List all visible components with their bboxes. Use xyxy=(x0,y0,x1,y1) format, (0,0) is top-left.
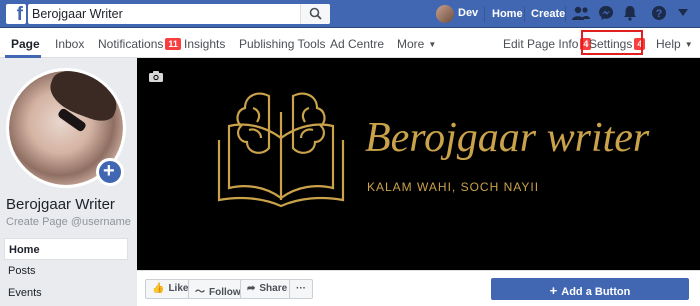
left-menu-events[interactable]: Events xyxy=(4,282,128,304)
cover-title: Berojgaar writer xyxy=(365,115,650,161)
avatar xyxy=(436,5,454,23)
tab-edit-page-info[interactable]: Edit Page Info 4 xyxy=(503,37,592,51)
follow-label: Follow xyxy=(209,287,241,298)
share-label: Share xyxy=(259,283,288,294)
search-input[interactable] xyxy=(28,4,298,24)
tab-label: Notifications xyxy=(98,37,164,51)
search-button[interactable] xyxy=(300,4,330,24)
tab-notifications[interactable]: Notifications 11 xyxy=(98,37,181,51)
brain-book-logo-icon xyxy=(217,92,345,208)
plus-icon: + xyxy=(549,283,558,298)
search-box xyxy=(28,4,330,24)
notifications-badge: 11 xyxy=(165,38,181,50)
search-icon xyxy=(309,7,322,20)
share-arrow-icon: ➦ xyxy=(247,283,256,294)
divider xyxy=(524,6,525,22)
thumbs-up-icon: 👍 xyxy=(152,283,165,294)
cover-subtitle: KALAM WAHI, SOCH NAYII xyxy=(367,180,540,194)
add-button-label: Add a Button xyxy=(561,286,631,298)
share-button[interactable]: ➦ Share xyxy=(240,279,295,299)
tab-label: Insights xyxy=(184,37,226,51)
account-menu-arrow-icon[interactable] xyxy=(678,9,688,17)
create-username-link[interactable]: Create Page @username xyxy=(6,216,131,228)
tab-label: Edit Page Info xyxy=(503,37,579,51)
more-options-button[interactable]: ··· xyxy=(289,279,313,299)
divider xyxy=(484,6,485,22)
help-icon[interactable]: ? xyxy=(651,5,667,21)
tab-insights[interactable]: Insights xyxy=(184,37,225,51)
left-column: + Berojgaar Writer Create Page @username… xyxy=(0,58,136,306)
like-label: Like xyxy=(168,283,189,294)
caret-down-icon: ▼ xyxy=(428,40,437,49)
update-photo-button[interactable]: + xyxy=(96,158,124,186)
notifications-bell-icon[interactable] xyxy=(623,5,637,21)
tab-label: Inbox xyxy=(55,37,85,51)
home-link[interactable]: Home xyxy=(492,8,523,20)
tab-inbox[interactable]: Inbox xyxy=(55,37,84,51)
top-bar: f Dev Home Create ? xyxy=(0,0,700,28)
messenger-icon[interactable] xyxy=(598,5,614,21)
tab-label: Page xyxy=(11,37,40,51)
tab-page[interactable]: Page xyxy=(11,37,40,51)
camera-icon[interactable] xyxy=(149,71,163,82)
tab-label: More xyxy=(397,37,425,51)
divider xyxy=(565,6,566,22)
svg-text:?: ? xyxy=(656,8,663,20)
tab-more[interactable]: More ▼ xyxy=(397,37,436,51)
tab-label: Ad Centre xyxy=(330,37,385,51)
create-link[interactable]: Create xyxy=(531,8,565,20)
action-bar: 👍 Like 〜 Follow ➦ Share ··· + Add a Button xyxy=(137,270,700,306)
more-label: ··· xyxy=(296,283,306,294)
tab-label: Help xyxy=(656,37,681,51)
friend-requests-icon[interactable] xyxy=(572,5,590,21)
add-a-button[interactable]: + Add a Button xyxy=(491,278,689,300)
cover-photo[interactable]: Berojgaar writer KALAM WAHI, SOCH NAYII xyxy=(137,58,700,270)
tab-help[interactable]: Help ▼ xyxy=(656,37,693,51)
settings-highlight-box xyxy=(581,30,643,55)
tab-publishing-tools[interactable]: Publishing Tools xyxy=(239,37,326,51)
facebook-logo-icon[interactable]: f xyxy=(6,4,26,25)
tab-label: Publishing Tools xyxy=(239,37,326,51)
follow-button[interactable]: 〜 Follow xyxy=(188,279,248,299)
profile-name: Dev xyxy=(458,7,479,19)
page-name: Berojgaar Writer xyxy=(6,196,115,213)
caret-down-icon: ▼ xyxy=(684,40,693,49)
left-menu-posts[interactable]: Posts xyxy=(4,260,128,282)
left-menu-home[interactable]: Home xyxy=(4,238,128,260)
left-menu: Home Posts Events xyxy=(4,238,128,304)
rss-icon: 〜 xyxy=(195,287,205,298)
plus-icon: + xyxy=(103,160,115,182)
page-nav: Page Inbox Notifications 11 Insights Publ… xyxy=(0,28,700,58)
photo-detail xyxy=(44,71,123,126)
tab-ad-centre[interactable]: Ad Centre xyxy=(330,37,384,51)
